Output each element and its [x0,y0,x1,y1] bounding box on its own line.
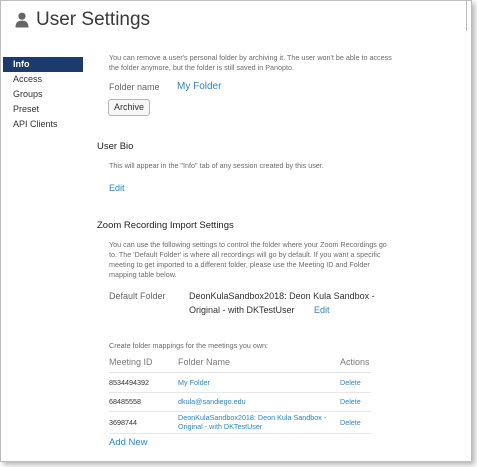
default-folder-edit-link[interactable]: Edit [314,305,330,315]
user-bio-title: User Bio [97,141,134,152]
column-header-meeting-id: Meeting ID [109,353,178,373]
default-folder-value-line-1: DeonKulaSandbox2018: Deon Kula Sandbox - [189,291,375,301]
user-bio-description: This will appear in the "Info" tab of an… [109,161,324,170]
meeting-id-cell: 3698744 [109,411,178,434]
user-bio-edit-link[interactable]: Edit [109,183,125,193]
settings-window: User Settings Info Access Groups Preset … [0,0,472,462]
page-title: User Settings [36,9,151,30]
sidebar-item-groups[interactable]: Groups [3,87,83,102]
delete-link[interactable]: Delete [340,372,371,393]
mappings-intro: Create folder mappings for the meetings … [109,341,269,350]
table-header-row: Meeting ID Folder Name Actions [109,353,371,373]
zoom-description-line-3: meeting to get imported to a different f… [109,260,370,269]
column-header-actions: Actions [340,353,371,373]
user-icon [15,12,29,28]
meeting-id-cell: 8534494392 [109,372,178,393]
table-row: 68485558 dkula@sandiego.edu Delete [109,392,371,412]
folder-description-line-1: You can remove a user's personal folder … [109,53,392,62]
meeting-id-cell: 68485558 [109,392,178,412]
default-folder-label: Default Folder [109,291,166,301]
folder-mapping-table: Meeting ID Folder Name Actions 853449439… [109,353,371,434]
zoom-description-line-1: You can use the following settings to co… [109,240,387,249]
header: User Settings [1,1,471,41]
scroll-fade [97,41,467,53]
add-new-link[interactable]: Add New [109,437,148,448]
folder-link-line-1: DeonKulaSandbox2018: Deon Kula Sandbox - [178,413,327,422]
sidebar-item-info[interactable]: Info [3,57,83,72]
zoom-description-line-4: mapping table below. [109,270,177,279]
sidebar-item-preset[interactable]: Preset [3,102,83,117]
default-folder-value-line-2: Original - with DKTestUser [189,305,295,315]
folder-name-label: Folder name [109,82,160,92]
delete-link[interactable]: Delete [340,392,371,412]
folder-description-line-2: the folder anymore, but the folder is st… [109,63,294,72]
sidebar-item-api-clients[interactable]: API Clients [3,117,83,132]
table-row: 3698744 DeonKulaSandbox2018: Deon Kula S… [109,411,371,434]
folder-link[interactable]: DeonKulaSandbox2018: Deon Kula Sandbox -… [178,411,340,434]
folder-name-link[interactable]: My Folder [177,81,221,92]
archive-button[interactable]: Archive [108,99,151,116]
table-row: 8534494392 My Folder Delete [109,372,371,393]
sidebar-item-access[interactable]: Access [3,72,83,87]
folder-link[interactable]: My Folder [178,372,340,393]
zoom-settings-title: Zoom Recording Import Settings [97,220,234,231]
folder-link-line-2: Original - with DKTestUser [178,422,263,431]
sidebar: Info Access Groups Preset API Clients [3,57,83,132]
delete-link[interactable]: Delete [340,411,371,434]
folder-link[interactable]: dkula@sandiego.edu [178,392,340,412]
column-header-folder-name: Folder Name [178,353,340,373]
divider [466,1,467,31]
zoom-description-line-2: to. The 'Default Folder' is where all re… [109,250,381,259]
main-content: You can remove a user's personal folder … [97,41,467,461]
